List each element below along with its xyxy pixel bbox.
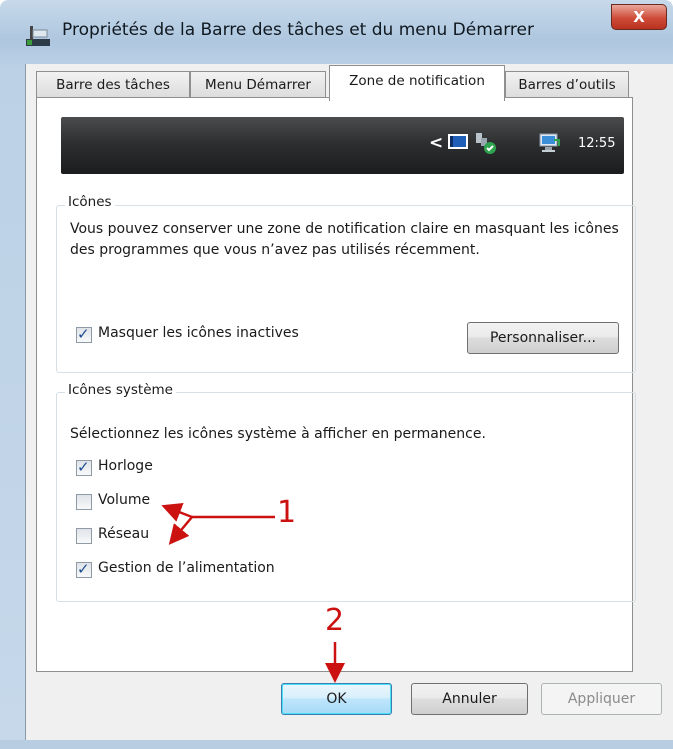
checkmark-icon: ✓ — [77, 325, 90, 343]
power-checkbox[interactable]: ✓ — [76, 560, 92, 578]
annotation-arrows-1 — [161, 503, 275, 545]
volume-checkbox[interactable] — [76, 494, 92, 510]
annotation-number-1: 1 — [277, 495, 297, 530]
network-checkbox[interactable] — [76, 528, 92, 544]
clock-label[interactable]: Horloge — [98, 458, 153, 474]
tab-menu-demarrer[interactable]: Menu Démarrer — [190, 71, 326, 98]
icons-group-title: Icônes — [65, 194, 115, 210]
network-tray-icon — [476, 133, 496, 154]
power-label[interactable]: Gestion de l’alimentation — [98, 560, 275, 576]
system-icons-group-title: Icônes système — [65, 382, 176, 398]
volume-label[interactable]: Volume — [98, 492, 150, 508]
hide-inactive-label[interactable]: Masquer les icônes inactives — [98, 325, 299, 341]
window-bottom-frame — [0, 740, 673, 749]
checkmark-icon: ✓ — [77, 560, 90, 578]
system-icons-instruction: Sélectionnez les icônes système à affich… — [70, 426, 486, 442]
taskbar-properties-icon — [26, 26, 50, 46]
clock-checkbox[interactable]: ✓ — [76, 458, 92, 476]
tray-clock: 12:55 — [578, 136, 616, 151]
tab-barres-d-outils[interactable]: Barres d’outils — [505, 71, 629, 98]
checkmark-icon: ✓ — [77, 458, 90, 476]
taskbar-preview: < 12:55 — [61, 117, 624, 174]
monitor-tray-icon — [448, 134, 468, 149]
tab-zone-de-notification[interactable]: Zone de notification — [329, 65, 505, 101]
network-label[interactable]: Réseau — [98, 526, 149, 542]
customize-button[interactable]: Personnaliser... — [467, 322, 619, 354]
apply-button[interactable]: Appliquer — [541, 683, 662, 715]
tab-barre-des-taches[interactable]: Barre des tâches — [36, 71, 190, 98]
dialog-window: Propriétés de la Barre des tâches et du … — [0, 0, 673, 749]
annotation-arrow-2 — [325, 642, 345, 683]
cancel-button[interactable]: Annuler — [411, 683, 528, 715]
hide-inactive-checkbox[interactable]: ✓ — [76, 325, 92, 343]
chevron-left-icon: < — [429, 133, 444, 153]
computer-tray-icon — [539, 133, 560, 152]
close-button[interactable]: X — [611, 4, 667, 30]
window-title: Propriétés de la Barre des tâches et du … — [62, 20, 534, 40]
title-bar[interactable]: Propriétés de la Barre des tâches et du … — [0, 0, 673, 64]
icons-description: Vous pouvez conserver une zone de notifi… — [70, 221, 619, 258]
annotation-number-2: 2 — [325, 603, 345, 638]
